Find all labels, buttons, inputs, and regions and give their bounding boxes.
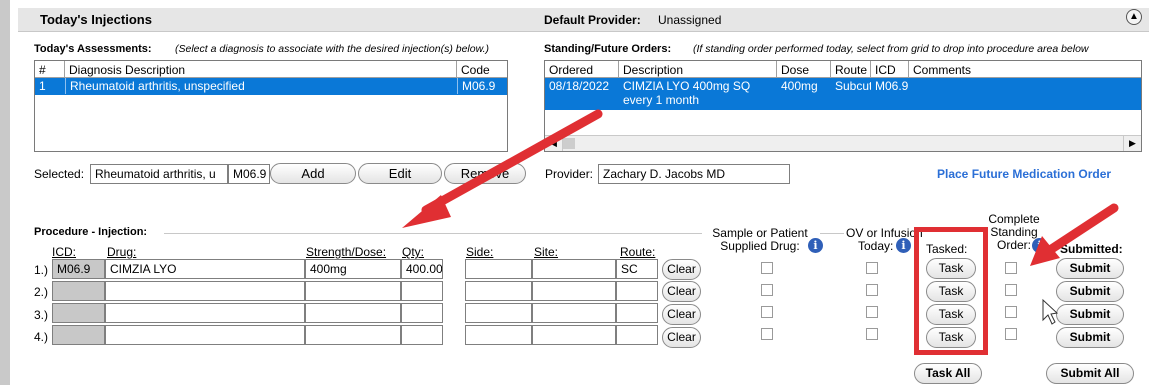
annotation-arrows: [402, 109, 1119, 325]
arrow-to-procedure: [421, 109, 603, 215]
mouse-cursor-icon: [1042, 298, 1059, 325]
arrow-to-complete-standing-order: [1045, 203, 1119, 255]
